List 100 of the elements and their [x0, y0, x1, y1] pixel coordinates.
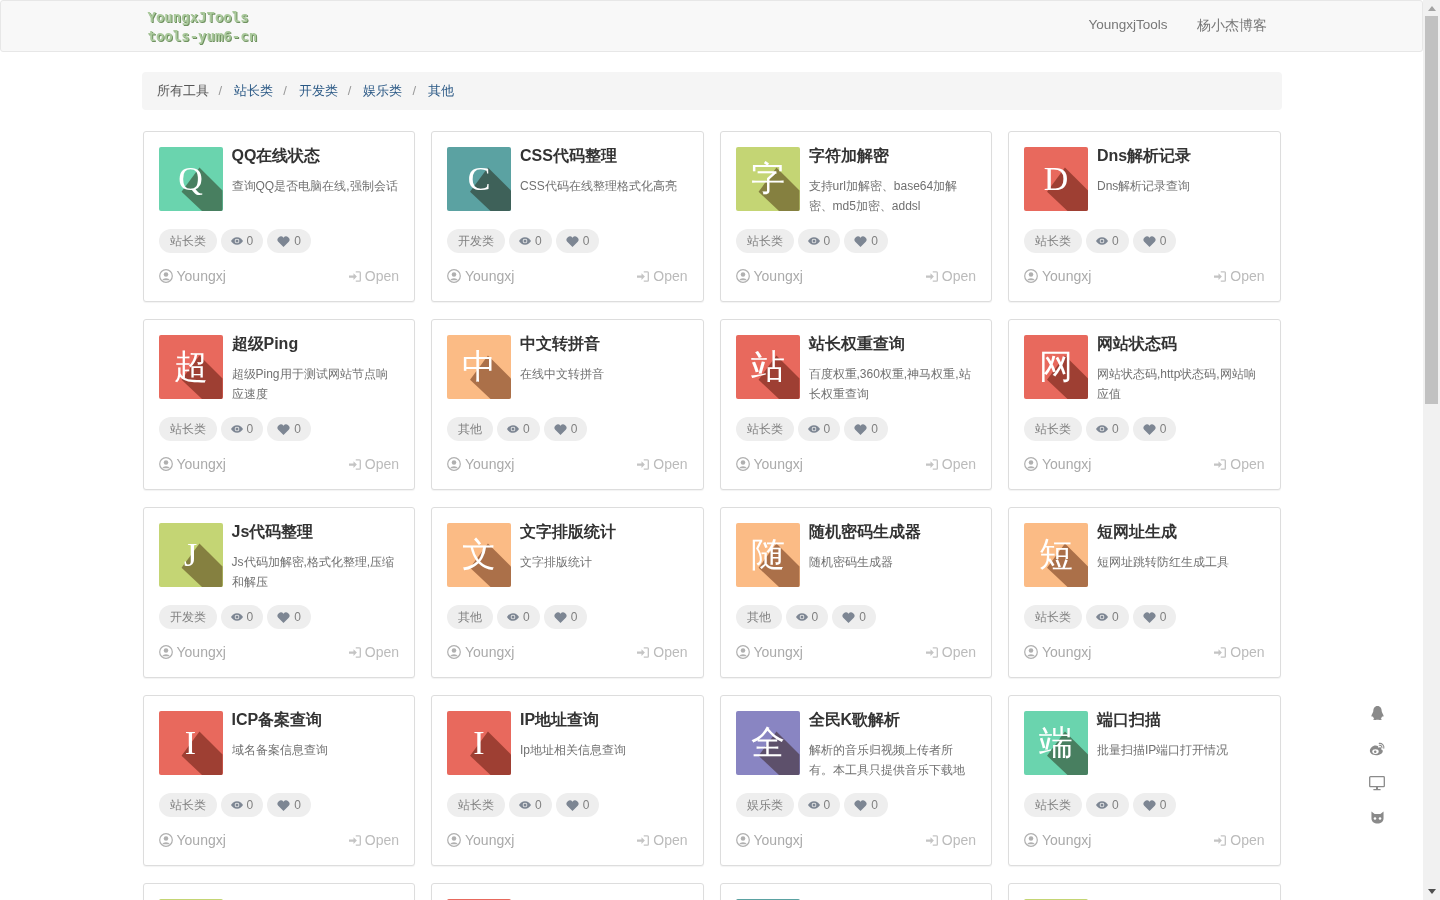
monitor-icon[interactable] — [1369, 776, 1385, 791]
user-icon — [735, 269, 750, 283]
category-tag[interactable]: 站长类 — [1024, 229, 1082, 253]
like-button[interactable]: 0 — [1132, 605, 1177, 629]
heart-icon — [854, 235, 868, 247]
down-arrow-icon[interactable] — [1427, 889, 1436, 894]
category-tag[interactable]: 站长类 — [158, 229, 217, 253]
tool-title: 端口扫描 — [1097, 710, 1162, 730]
category-tag[interactable]: 站长类 — [447, 793, 505, 817]
open-link[interactable]: Open — [637, 268, 688, 284]
like-button[interactable]: 0 — [844, 417, 888, 441]
scrollbar[interactable] — [1423, 0, 1440, 900]
tool-title: 全民K歌解析 — [808, 710, 902, 730]
views-count: 0 — [823, 422, 831, 436]
open-link[interactable]: Open — [925, 644, 976, 660]
author-name: Youngxj — [753, 456, 803, 472]
user-icon — [735, 645, 750, 659]
like-button[interactable]: 0 — [832, 605, 876, 629]
breadcrumb-link[interactable]: 开发类 — [298, 80, 338, 102]
author-name: Youngxj — [1042, 456, 1092, 472]
eye-icon — [1096, 237, 1108, 245]
like-button[interactable]: 0 — [267, 793, 311, 817]
like-button[interactable]: 0 — [267, 605, 311, 629]
breadcrumb-link[interactable]: 娱乐类 — [363, 80, 403, 102]
open-link[interactable]: Open — [637, 644, 688, 660]
cat-icon[interactable] — [1369, 811, 1385, 824]
category-tag[interactable]: 站长类 — [1024, 793, 1082, 817]
breadcrumb-separator: / — [217, 82, 224, 100]
views-count: 0 — [535, 798, 542, 812]
like-button[interactable]: 0 — [555, 793, 600, 817]
open-link[interactable]: Open — [348, 268, 399, 284]
category-tag[interactable]: 站长类 — [735, 229, 794, 253]
category-tag[interactable]: 站长类 — [158, 417, 217, 441]
like-button[interactable]: 0 — [267, 417, 311, 441]
nav-link[interactable]: 杨小杰博客 — [1196, 17, 1267, 35]
views-count: 0 — [246, 422, 254, 436]
views-count: 0 — [246, 234, 254, 248]
eye-icon — [230, 425, 243, 433]
penguin-icon[interactable] — [1369, 705, 1385, 722]
open-link[interactable]: Open — [348, 832, 399, 848]
letter-tile: 超 — [158, 335, 223, 399]
like-button[interactable]: 0 — [543, 417, 588, 441]
tool-title: CSS代码整理 — [520, 146, 618, 166]
open-link[interactable]: Open — [1214, 456, 1265, 472]
views-count: 0 — [1112, 234, 1119, 248]
author-name: Youngxj — [465, 832, 515, 848]
eye-icon — [230, 237, 243, 245]
tool-description: CSS代码在线整理格式化高亮 — [520, 178, 678, 195]
views-count: 0 — [1112, 422, 1119, 436]
like-button[interactable]: 0 — [1132, 229, 1177, 253]
open-link[interactable]: Open — [348, 644, 399, 660]
open-link[interactable]: Open — [925, 832, 976, 848]
breadcrumb-link[interactable]: 其他 — [428, 80, 454, 102]
author-name: Youngxj — [753, 644, 803, 660]
views-count: 0 — [523, 422, 530, 436]
sign-in-icon — [1214, 458, 1227, 470]
breadcrumb-link[interactable]: 所有工具 — [156, 80, 209, 102]
open-link[interactable]: Open — [925, 268, 976, 284]
like-button[interactable]: 0 — [844, 793, 888, 817]
category-tag[interactable]: 娱乐类 — [735, 793, 794, 817]
open-link[interactable]: Open — [637, 456, 688, 472]
category-tag[interactable]: 站长类 — [158, 793, 217, 817]
open-link[interactable]: Open — [1214, 832, 1265, 848]
like-button[interactable]: 0 — [267, 229, 311, 253]
category-tag[interactable]: 开发类 — [158, 605, 217, 629]
sign-in-icon — [637, 458, 650, 470]
category-tag[interactable]: 站长类 — [1024, 417, 1082, 441]
sign-in-icon — [348, 270, 361, 282]
nav-link[interactable]: YoungxjTools — [1088, 17, 1168, 35]
swirl-eye-icon[interactable] — [1369, 742, 1385, 756]
tool-description: 查询QQ是否电脑在线,强制会话 — [231, 178, 399, 195]
category-tag[interactable]: 其他 — [447, 417, 493, 441]
like-button[interactable]: 0 — [543, 605, 588, 629]
eye-icon — [807, 425, 820, 433]
open-link[interactable]: Open — [348, 456, 399, 472]
open-link[interactable]: Open — [1214, 644, 1265, 660]
scrollbar-thumb[interactable] — [1425, 16, 1438, 404]
user-icon — [158, 269, 173, 283]
open-link[interactable]: Open — [925, 456, 976, 472]
sign-in-icon — [637, 270, 650, 282]
breadcrumb-link[interactable]: 站长类 — [234, 80, 274, 102]
up-arrow-icon[interactable] — [1427, 6, 1436, 11]
category-tag[interactable]: 其他 — [447, 605, 493, 629]
open-link[interactable]: Open — [637, 832, 688, 848]
sign-in-icon — [348, 646, 361, 658]
views-count: 0 — [246, 610, 254, 624]
heart-icon — [1142, 799, 1156, 811]
open-link[interactable]: Open — [1214, 268, 1265, 284]
heart-icon — [277, 235, 291, 247]
category-tag[interactable]: 开发类 — [447, 229, 505, 253]
eye-icon — [519, 237, 531, 245]
category-tag[interactable]: 站长类 — [735, 417, 794, 441]
category-tag[interactable]: 其他 — [735, 605, 782, 629]
like-button[interactable]: 0 — [555, 229, 600, 253]
like-button[interactable]: 0 — [844, 229, 888, 253]
category-tag[interactable]: 站长类 — [1024, 605, 1082, 629]
like-button[interactable]: 0 — [1132, 793, 1177, 817]
breadcrumb-separator: / — [282, 82, 288, 100]
views-count: 0 — [523, 610, 530, 624]
like-button[interactable]: 0 — [1132, 417, 1177, 441]
